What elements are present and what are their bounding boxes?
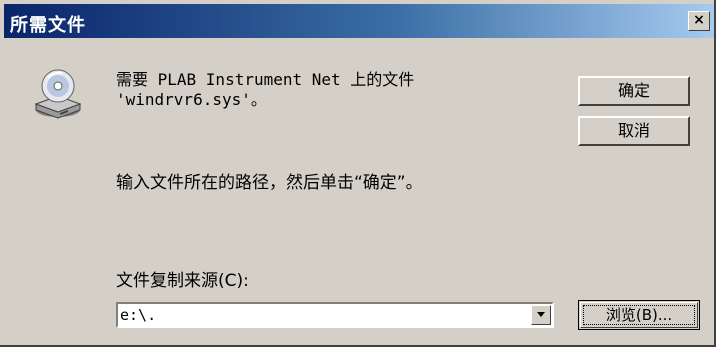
file-needed-dialog: 所需文件 × 需要 PLAB Instrument Net 上的文件 'wind… <box>0 0 716 347</box>
ok-button[interactable]: 确定 <box>578 76 690 106</box>
chevron-down-icon <box>537 312 545 317</box>
cancel-button[interactable]: 取消 <box>578 116 690 146</box>
dropdown-button[interactable] <box>531 305 551 325</box>
close-button[interactable]: × <box>688 11 710 31</box>
browse-button[interactable]: 浏览(B)... <box>578 300 700 330</box>
dialog-title: 所需文件 <box>10 15 86 36</box>
instruction-text: 输入文件所在的路径，然后单击“确定”。 <box>116 173 423 193</box>
copy-source-combobox[interactable]: e:\. <box>116 302 554 328</box>
disk-drive-icon <box>34 69 82 119</box>
title-bar[interactable]: 所需文件 × <box>4 4 714 38</box>
close-icon: × <box>693 12 705 28</box>
message-line-2: 'windrvr6.sys'。 <box>116 90 267 109</box>
browse-button-label: 浏览(B)... <box>583 305 695 325</box>
copy-source-value[interactable]: e:\. <box>120 306 156 324</box>
copy-source-label: 文件复制来源(C): <box>116 271 249 291</box>
